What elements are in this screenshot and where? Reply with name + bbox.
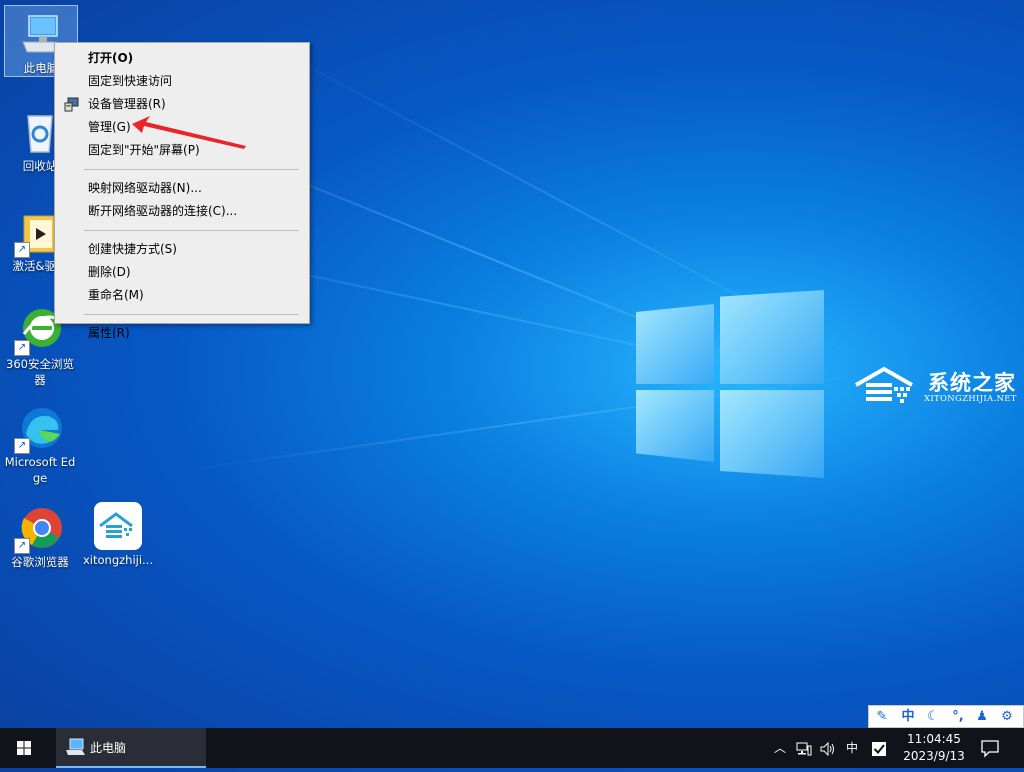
xitongzhijia-icon bbox=[94, 502, 142, 550]
desktop-icon-chrome[interactable]: ↗ 谷歌浏览器 bbox=[4, 500, 76, 570]
desktop-icon-label: Microsoft Edge bbox=[4, 455, 76, 485]
volume-icon[interactable] bbox=[818, 728, 838, 768]
menu-item-properties[interactable]: 属性(R) bbox=[55, 322, 309, 345]
clock-date: 2023/9/13 bbox=[903, 749, 965, 763]
network-icon[interactable] bbox=[794, 728, 814, 768]
clock-time: 11:04:45 bbox=[907, 732, 961, 746]
menu-item-device-manager[interactable]: 设备管理器(R) bbox=[55, 93, 309, 116]
desktop-icon-microsoft-edge[interactable]: ↗ Microsoft Edge bbox=[4, 400, 76, 486]
shortcut-arrow-icon: ↗ bbox=[14, 538, 30, 554]
punctuation-icon[interactable]: °, bbox=[948, 708, 968, 726]
ime-toolbar: ✎ 中 ☾ °, ♟ ⚙ bbox=[868, 705, 1024, 728]
security-check-icon[interactable] bbox=[868, 728, 890, 768]
annotation-arrow-icon bbox=[132, 116, 246, 149]
ime-indicator[interactable]: 中 bbox=[842, 728, 862, 768]
computer-icon bbox=[66, 738, 85, 755]
menu-item-open[interactable]: 打开(O) bbox=[55, 47, 309, 70]
taskbar: 此电脑 ︿ 中 11:04:45 2023/9/13 bbox=[0, 728, 1024, 768]
notification-icon[interactable] bbox=[980, 738, 1000, 758]
system-clock[interactable]: 11:04:45 2023/9/13 bbox=[890, 731, 978, 765]
shortcut-arrow-icon: ↗ bbox=[14, 438, 30, 454]
house-logo-icon bbox=[855, 366, 913, 403]
menu-item-rename[interactable]: 重命名(M) bbox=[55, 284, 309, 307]
edge-icon: ↗ bbox=[14, 404, 64, 454]
desktop-icon-label: xitongzhiji... bbox=[82, 553, 153, 567]
desktop-icon-label: 谷歌浏览器 bbox=[11, 555, 69, 569]
chrome-icon: ↗ bbox=[14, 504, 64, 554]
watermark-name: 系统之家 bbox=[928, 371, 1016, 395]
gear-icon[interactable]: ⚙ bbox=[997, 708, 1017, 726]
shortcut-arrow-icon: ↗ bbox=[14, 242, 30, 258]
menu-item-delete[interactable]: 删除(D) bbox=[55, 261, 309, 284]
chevron-up-icon[interactable]: ︿ bbox=[770, 728, 790, 768]
menu-separator bbox=[84, 314, 299, 315]
taskbar-app-this-pc[interactable]: 此电脑 bbox=[56, 728, 206, 768]
desktop-icon-label: 360安全浏览器 bbox=[6, 357, 74, 387]
menu-item-create-shortcut[interactable]: 创建快捷方式(S) bbox=[55, 238, 309, 261]
device-manager-icon bbox=[64, 97, 79, 112]
windows-logo-wallpaper bbox=[636, 290, 824, 478]
watermark-logo: 系统之家 XITONGZHIJIA.NET bbox=[854, 365, 1024, 407]
windows-start-icon bbox=[17, 741, 31, 755]
start-button[interactable] bbox=[0, 728, 48, 768]
desktop-icon-xitongzhijia[interactable]: xitongzhiji... bbox=[80, 498, 156, 568]
ime-logo-icon[interactable]: ✎ bbox=[872, 708, 892, 726]
ime-mode-toggle[interactable]: 中 bbox=[898, 708, 918, 726]
menu-separator bbox=[84, 169, 299, 170]
user-icon[interactable]: ♟ bbox=[972, 708, 992, 726]
menu-item-pin-quick-access[interactable]: 固定到快速访问 bbox=[55, 70, 309, 93]
shortcut-arrow-icon: ↗ bbox=[14, 340, 30, 356]
context-menu: 打开(O) 固定到快速访问 设备管理器(R) 管理(G) 固定到"开始"屏幕(P… bbox=[54, 42, 310, 340]
watermark-url: XITONGZHIJIA.NET bbox=[924, 394, 1017, 404]
menu-item-map-network-drive[interactable]: 映射网络驱动器(N)... bbox=[55, 177, 309, 200]
moon-icon[interactable]: ☾ bbox=[923, 708, 943, 726]
taskbar-app-label: 此电脑 bbox=[90, 741, 127, 755]
menu-separator bbox=[84, 230, 299, 231]
menu-item-disconnect-network-drive[interactable]: 断开网络驱动器的连接(C)... bbox=[55, 200, 309, 223]
desktop: 系统之家 XITONGZHIJIA.NET 此电脑 回收站 ↗ 激活&驱动 ↗ … bbox=[0, 0, 1024, 728]
